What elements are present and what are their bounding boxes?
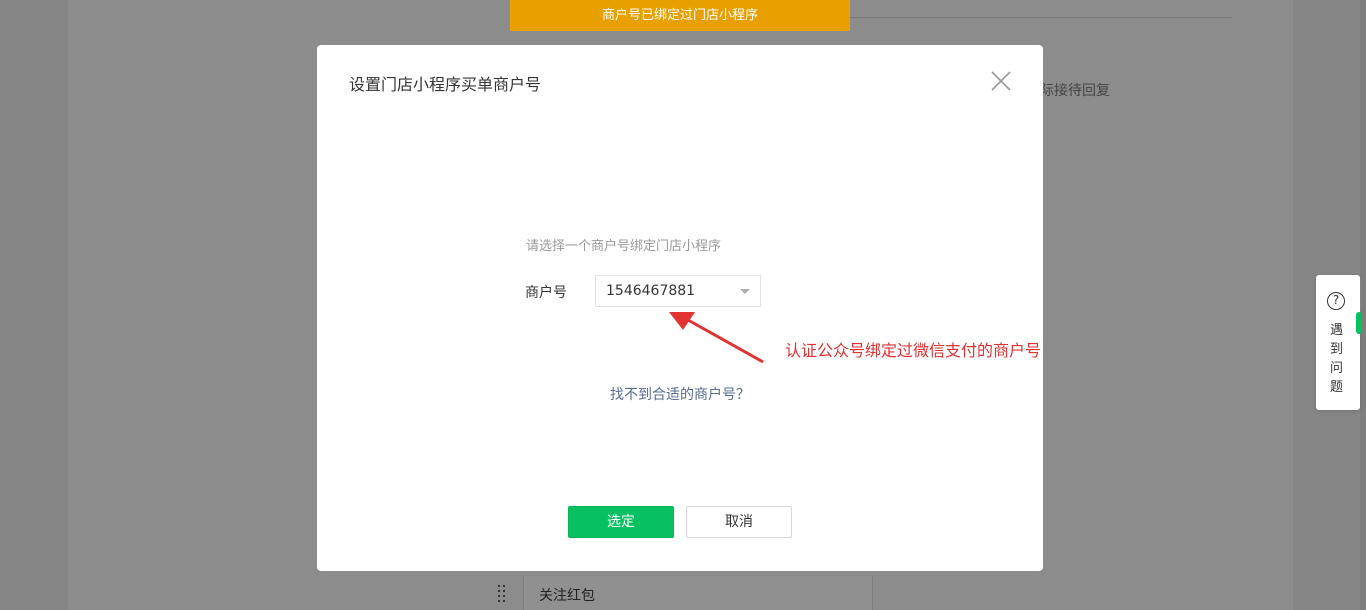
help-widget[interactable]: ? 遇到问题 [1316, 275, 1360, 410]
background-row-label: 关注红包 [539, 588, 595, 604]
merchant-id-value: 1546467881 [606, 283, 696, 299]
merchant-bind-dialog: 设置门店小程序买单商户号 请选择一个商户号绑定门店小程序 商户号 1546467… [317, 45, 1043, 571]
help-widget-label: 遇到问题 [1330, 323, 1344, 395]
close-icon[interactable] [989, 69, 1013, 93]
question-circle-icon: ? [1327, 292, 1345, 310]
confirm-button[interactable]: 选定 [568, 506, 674, 538]
scrollbar-thumb[interactable] [1356, 312, 1362, 334]
annotation-text: 认证公众号绑定过微信支付的商户号 [785, 341, 1042, 360]
dialog-title: 设置门店小程序买单商户号 [349, 75, 542, 94]
cancel-button[interactable]: 取消 [686, 506, 792, 538]
merchant-id-label: 商户号 [525, 285, 567, 301]
dialog-hint: 请选择一个商户号绑定门店小程序 [526, 239, 722, 254]
background-partial-text: 际接待回复 [1040, 83, 1110, 99]
cannot-find-merchant-link[interactable]: 找不到合适的商户号？ [610, 384, 750, 404]
drag-handle-icon [496, 585, 508, 603]
background-divider [850, 17, 1232, 18]
toast-message: 商户号已绑定过门店小程序 [510, 0, 850, 31]
chevron-down-icon [740, 289, 750, 294]
merchant-id-select[interactable]: 1546467881 [595, 275, 761, 307]
